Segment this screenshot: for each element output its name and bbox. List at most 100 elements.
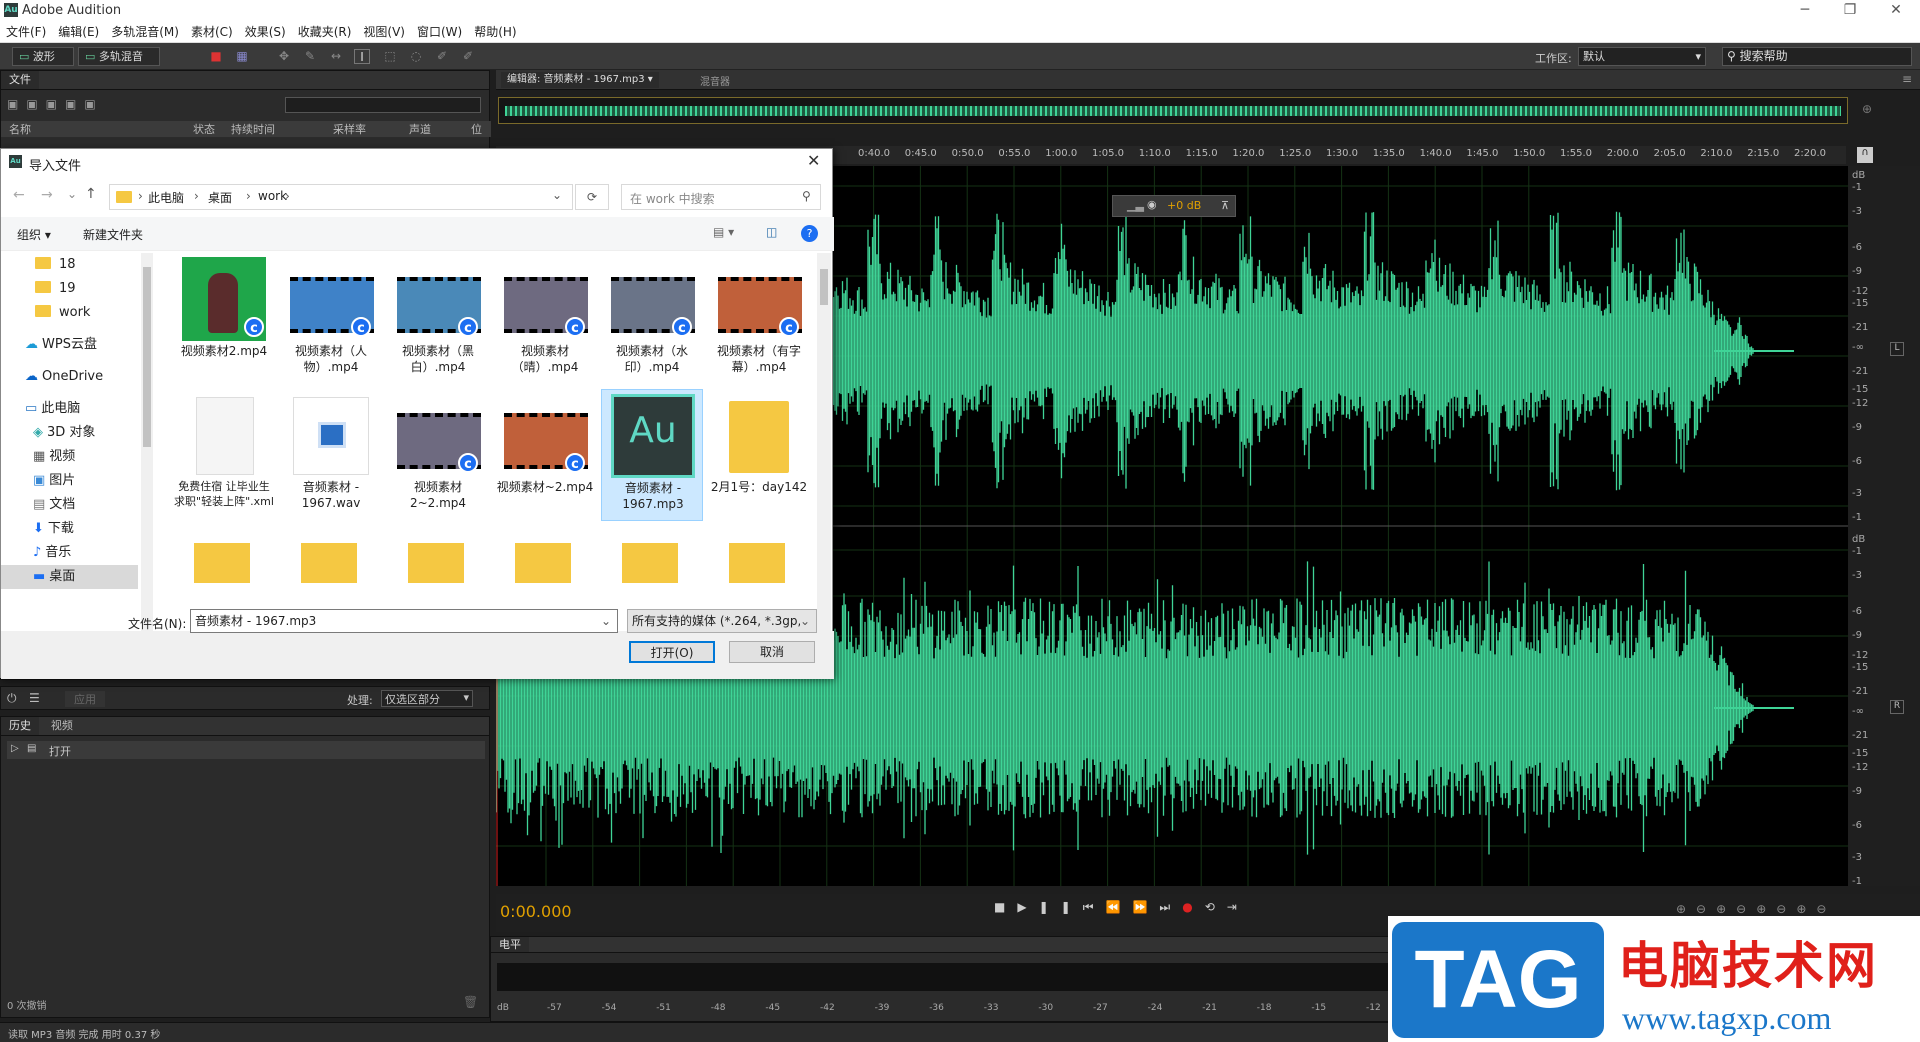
time-display[interactable]: 0:00.000 [500,902,572,921]
history-item[interactable]: ▷ ▤ 打开 [7,741,485,759]
close-icon[interactable]: ✕ [1876,0,1916,22]
file-item[interactable]: 免费住宿 让毕业生求职"轻装上阵".xml [173,389,275,521]
file-item[interactable]: 2月1号：day142 [708,389,810,521]
tab-levels[interactable]: 电平 [491,937,529,952]
minimize-icon[interactable]: ─ [1785,0,1825,22]
grid-scrollbar[interactable] [817,253,831,631]
menu-multitrack[interactable]: 多轨混音(M) [105,22,185,42]
panel-menu-icon[interactable]: ≡ [1902,72,1912,86]
tree-item-wps[interactable]: ☁ WPS云盘 [1,333,138,357]
tab-mixer[interactable]: 混音器 [700,73,730,88]
folder-icon[interactable] [622,543,678,583]
file-item[interactable]: c 视频素材（水印）.mp4 [601,253,703,385]
spectral-icon[interactable]: ■ [208,49,224,64]
organize-button[interactable]: 组织 ▾ [17,226,51,243]
file-item[interactable]: c 视频素材（晴）.mp4 [494,253,596,385]
folder-icon[interactable] [194,543,250,583]
menu-window[interactable]: 窗口(W) [411,22,468,42]
tree-item-desktop[interactable]: ▬ 桌面 [1,565,138,589]
skip-forward-icon[interactable]: ⏭ [1159,900,1182,914]
cancel-button[interactable]: 取消 [729,641,815,663]
overview-strip[interactable] [498,97,1848,124]
volume-knob-icon[interactable]: ◉ [1147,198,1157,211]
view-options-icon[interactable]: ▤ ▾ [713,225,734,239]
headphones-icon[interactable]: ∩ [1857,147,1873,163]
trash-icon[interactable]: 🗑 [463,995,478,1009]
breadcrumb-desktop[interactable]: 桌面 [208,189,232,206]
tree-scrollbar[interactable] [141,253,153,631]
menu-clip[interactable]: 素材(C) [185,22,239,42]
back-icon[interactable]: ← [13,187,25,203]
filename-input[interactable]: 音频素材 - 1967.mp3 ⌄ [190,609,618,633]
folder-icon[interactable] [408,543,464,583]
menu-effects[interactable]: 效果(S) [239,22,292,42]
new-folder-button[interactable]: 新建文件夹 [83,226,143,243]
pitch-icon[interactable]: ▦ [234,49,250,64]
help-search-input[interactable]: ⚲ 搜索帮助 [1722,47,1912,66]
tree-item-videos[interactable]: ▦ 视频 [1,445,138,469]
tree-item-18[interactable]: 18 [1,253,138,277]
breadcrumb-pc[interactable]: 此电脑 [148,189,184,206]
help-icon[interactable]: ? [801,225,818,242]
recent-dropdown-icon[interactable]: ⌄ [67,187,77,201]
open-button[interactable]: 打开(O) [629,641,715,663]
loop-icon[interactable]: ⟲ [1205,900,1227,914]
file-item-selected[interactable]: Au 音频素材 - 1967.mp3 [601,389,703,521]
tab-files[interactable]: 文件 [1,71,39,89]
menu-help[interactable]: 帮助(H) [468,22,522,42]
file-item[interactable]: c 视频素材（有字幕）.mp4 [708,253,810,385]
refresh-icon[interactable]: ⟳ [575,184,609,210]
move-tool-icon[interactable]: ✥ [276,49,292,64]
lasso-tool-icon[interactable]: ◌ [408,49,424,64]
forward-icon[interactable]: → [41,187,53,203]
tree-item-work[interactable]: work [1,301,138,325]
marquee-tool-icon[interactable]: ⬚ [382,49,398,64]
process-select[interactable]: 仅选区部分 ▾ [381,690,473,707]
record-icon[interactable]: ● [1182,900,1204,914]
folder-icon[interactable] [515,543,571,583]
power-icon[interactable]: ⏻ [7,691,17,706]
maximize-icon[interactable]: ❐ [1830,0,1870,22]
preview-pane-icon[interactable]: ◫ [766,225,777,239]
file-item[interactable]: c 视频素材~2.mp4 [494,389,596,521]
zoom-controls[interactable]: ⊕⊖⊕⊖⊕⊖⊕⊖ [1676,902,1836,916]
fast-forward-icon[interactable]: ⏩ [1132,900,1159,914]
file-item[interactable]: c 视频素材（黑白）.mp4 [387,253,489,385]
address-bar[interactable]: › 此电脑 › 桌面 › work › ⌄ [109,184,573,210]
chevron-down-icon[interactable]: ⌄ [552,188,562,202]
tree-item-music[interactable]: ♪ 音乐 [1,541,138,565]
tab-history[interactable]: 历史 [1,717,39,735]
channel-left-label[interactable]: L [1890,342,1904,356]
file-item[interactable]: c 视频素材2.mp4 [173,253,275,385]
pin-icon[interactable]: ⊼ [1221,199,1229,212]
up-icon[interactable]: ↑ [85,186,97,202]
healing-tool-icon[interactable]: ✐ [460,49,476,64]
list-icon[interactable]: ☰ [29,691,40,705]
channel-right-label[interactable]: R [1890,700,1904,714]
folder-icon[interactable] [729,543,785,583]
tree-item-pictures[interactable]: ▣ 图片 [1,469,138,493]
skip-icon[interactable]: ⇥ [1227,900,1249,914]
skip-back-icon[interactable]: ⏮ [1083,900,1106,914]
multitrack-button[interactable]: ▭ 多轨混音 [78,47,160,66]
tree-item-documents[interactable]: ▤ 文档 [1,493,138,517]
menu-edit[interactable]: 编辑(E) [52,22,105,42]
hud-volume[interactable]: ▁▃ ◉ +0 dB ⊼ [1112,195,1236,217]
apply-button[interactable]: 应用 [65,691,105,707]
breadcrumb-work[interactable]: work [258,189,287,203]
file-item[interactable]: c 视频素材2~2.mp4 [387,389,489,521]
dialog-search-input[interactable]: 在 work 中搜索 ⚲ [621,184,821,210]
folder-icon[interactable] [301,543,357,583]
file-type-select[interactable]: 所有支持的媒体 (*.264, *.3gp, ⌄ [627,609,817,633]
tab-video[interactable]: 视频 [43,717,81,735]
razor-tool-icon[interactable]: ✎ [302,49,318,64]
close-icon[interactable]: ✕ [807,151,820,170]
tree-item-this-pc[interactable]: ▭ 此电脑 [1,397,138,421]
files-toolbar-icons[interactable]: ▣▣▣▣▣ [7,97,104,111]
tree-item-3d[interactable]: ◈ 3D 对象 [1,421,138,445]
workspace-select[interactable]: 默认 ▾ [1578,47,1706,66]
tree-item-downloads[interactable]: ⬇ 下载 [1,517,138,541]
rewind-icon[interactable]: ⏪ [1106,900,1133,914]
files-search-input[interactable] [285,97,481,113]
time-selection-tool-icon[interactable]: I [354,49,370,64]
